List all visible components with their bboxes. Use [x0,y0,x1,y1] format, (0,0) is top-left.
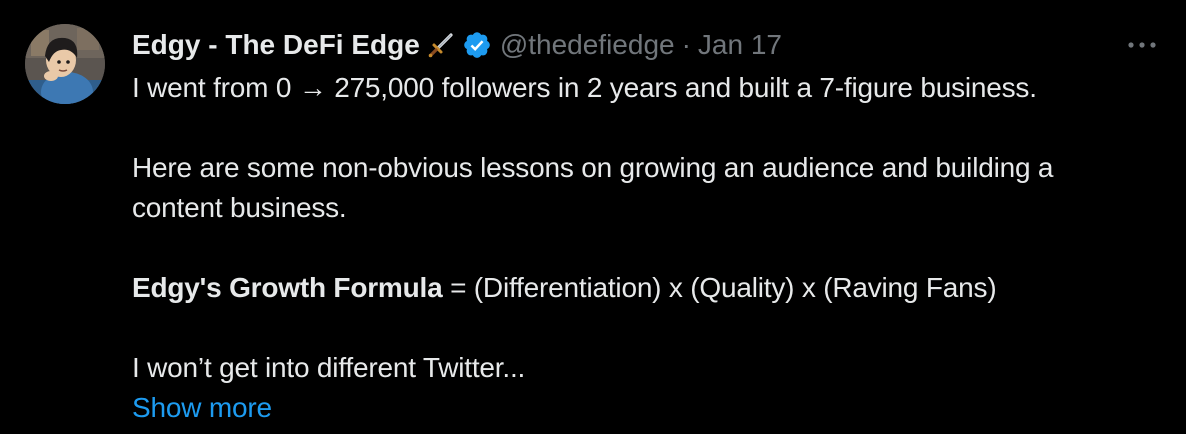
show-more-link[interactable]: Show more [132,388,272,428]
tweet-text: I went from 0 → 275,000 followers in 2 y… [132,68,1172,428]
avatar-illustration [25,24,105,104]
tweet-header: Edgy - The DeFi Edge @thedefiedge · Jan … [132,25,782,65]
growth-formula-line: Edgy's Growth Formula = (Differentiation… [132,268,1172,308]
author-display-name[interactable]: Edgy - The DeFi Edge [132,29,420,61]
tweet-text-line: content business. [132,192,347,223]
tweet-text-line: I won’t get into different Twitter... [132,352,526,383]
sword-icon [426,30,456,60]
tweet-date[interactable]: Jan 17 [698,29,782,61]
verified-badge-icon[interactable] [462,30,492,60]
tweet-text-line: I went from 0 → 275,000 followers in 2 y… [132,72,1037,103]
more-horizontal-icon[interactable] [1122,33,1162,57]
avatar[interactable] [25,24,105,104]
growth-formula-label: Edgy's Growth Formula [132,272,443,303]
tweet-text-line: Here are some non-obvious lessons on gro… [132,152,1054,183]
tweet[interactable]: Edgy - The DeFi Edge @thedefiedge · Jan … [0,0,1186,434]
header-separator: · [681,29,691,60]
growth-formula-text: = (Differentiation) x (Quality) x (Ravin… [442,272,997,303]
author-handle[interactable]: @thedefiedge [500,29,675,61]
